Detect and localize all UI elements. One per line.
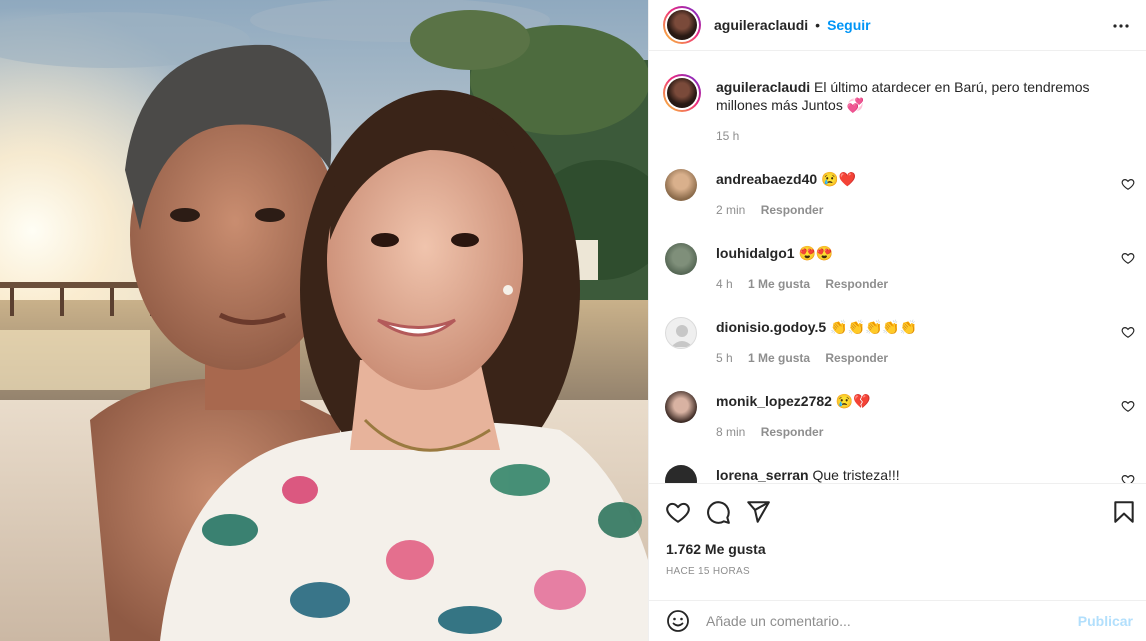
- comment-username[interactable]: lorena_serran: [716, 467, 809, 483]
- comment-time[interactable]: 8 min: [716, 425, 745, 439]
- caption-username[interactable]: aguileraclaudi: [716, 79, 810, 95]
- comment-like-heart-icon[interactable]: [1121, 251, 1135, 265]
- comment-like-heart-icon[interactable]: [1121, 177, 1135, 191]
- post-timestamp[interactable]: HACE 15 HORAS: [666, 566, 750, 577]
- comment-item: dionisio.godoy.5 👏👏👏👏👏 5 h 1 Me gusta Re…: [665, 317, 1135, 377]
- comment-likes[interactable]: 1 Me gusta: [748, 277, 810, 291]
- comment-time[interactable]: 4 h: [716, 277, 733, 291]
- post-details-panel: aguileraclaudi • Seguir aguileraclaudi E…: [648, 0, 1146, 641]
- comment-body: louhidalgo1 😍😍: [716, 244, 833, 262]
- comment-avatar[interactable]: [665, 391, 697, 423]
- comment-item: monik_lopez2782 😢💔 8 min Responder: [665, 391, 1135, 451]
- emoji-icon[interactable]: [666, 609, 690, 633]
- comment-meta: 8 min Responder: [716, 425, 835, 439]
- comment-meta: 4 h 1 Me gusta Responder: [716, 277, 900, 291]
- post-actions: 1.762 Me gusta HACE 15 HORAS: [649, 485, 1146, 605]
- default-avatar-icon[interactable]: [665, 317, 697, 349]
- comment-time[interactable]: 2 min: [716, 203, 745, 217]
- caption-author-avatar[interactable]: [663, 74, 701, 112]
- like-count[interactable]: 1.762 Me gusta: [666, 541, 766, 557]
- comment-like-heart-icon[interactable]: [1121, 399, 1135, 413]
- comment-meta: 2 min Responder: [716, 203, 835, 217]
- follow-button[interactable]: Seguir: [827, 17, 871, 33]
- caption-time[interactable]: 15 h: [716, 129, 739, 143]
- reply-button[interactable]: Responder: [825, 277, 888, 291]
- separator-dot: •: [815, 17, 821, 33]
- comments-list[interactable]: aguileraclaudi El último atardecer en Ba…: [649, 52, 1146, 484]
- reply-button[interactable]: Responder: [761, 203, 824, 217]
- share-icon[interactable]: [745, 499, 771, 525]
- comment-input[interactable]: [706, 609, 1056, 633]
- comment-text: 😢💔: [835, 393, 871, 409]
- comment-avatar[interactable]: [665, 169, 697, 201]
- comment-username[interactable]: dionisio.godoy.5: [716, 319, 826, 335]
- comment-likes[interactable]: 1 Me gusta: [748, 351, 810, 365]
- more-icon[interactable]: [1111, 16, 1131, 36]
- author-avatar[interactable]: [663, 6, 701, 44]
- reply-button[interactable]: Responder: [825, 351, 888, 365]
- comment-avatar[interactable]: [665, 243, 697, 275]
- comment-body: monik_lopez2782 😢💔: [716, 392, 871, 410]
- comment-item: lorena_serran Que tristeza!!!: [665, 465, 1135, 483]
- comment-body: andreabaezd40 😢❤️: [716, 170, 856, 188]
- comment-like-heart-icon[interactable]: [1121, 473, 1135, 483]
- comment-item: louhidalgo1 😍😍 4 h 1 Me gusta Responder: [665, 243, 1135, 303]
- caption-text: aguileraclaudi El último atardecer en Ba…: [716, 78, 1116, 114]
- comment-composer: Publicar: [649, 600, 1146, 641]
- comment-body: lorena_serran Que tristeza!!!: [716, 466, 900, 483]
- comment-text: Que tristeza!!!: [812, 467, 900, 483]
- comment-like-heart-icon[interactable]: [1121, 325, 1135, 339]
- comment-avatar[interactable]: [665, 465, 697, 483]
- bookmark-icon[interactable]: [1111, 499, 1137, 525]
- reply-button[interactable]: Responder: [761, 425, 824, 439]
- comment-username[interactable]: louhidalgo1: [716, 245, 795, 261]
- comment-body: dionisio.godoy.5 👏👏👏👏👏: [716, 318, 917, 336]
- comment-meta: 5 h 1 Me gusta Responder: [716, 351, 900, 365]
- comment-text: 😍😍: [798, 245, 834, 261]
- heart-icon[interactable]: [665, 499, 691, 525]
- comment-username[interactable]: andreabaezd40: [716, 171, 817, 187]
- comment-icon[interactable]: [705, 499, 731, 525]
- post-header: aguileraclaudi • Seguir: [649, 0, 1146, 51]
- post-photo[interactable]: [0, 0, 648, 641]
- publish-button[interactable]: Publicar: [1078, 613, 1133, 629]
- comment-username[interactable]: monik_lopez2782: [716, 393, 832, 409]
- comment-item: andreabaezd40 😢❤️ 2 min Responder: [665, 169, 1135, 229]
- sunset-selfie-image: [0, 0, 648, 641]
- comment-text: 👏👏👏👏👏: [830, 319, 918, 335]
- comment-time[interactable]: 5 h: [716, 351, 733, 365]
- author-username[interactable]: aguileraclaudi: [714, 17, 808, 33]
- comment-text: 😢❤️: [821, 171, 856, 187]
